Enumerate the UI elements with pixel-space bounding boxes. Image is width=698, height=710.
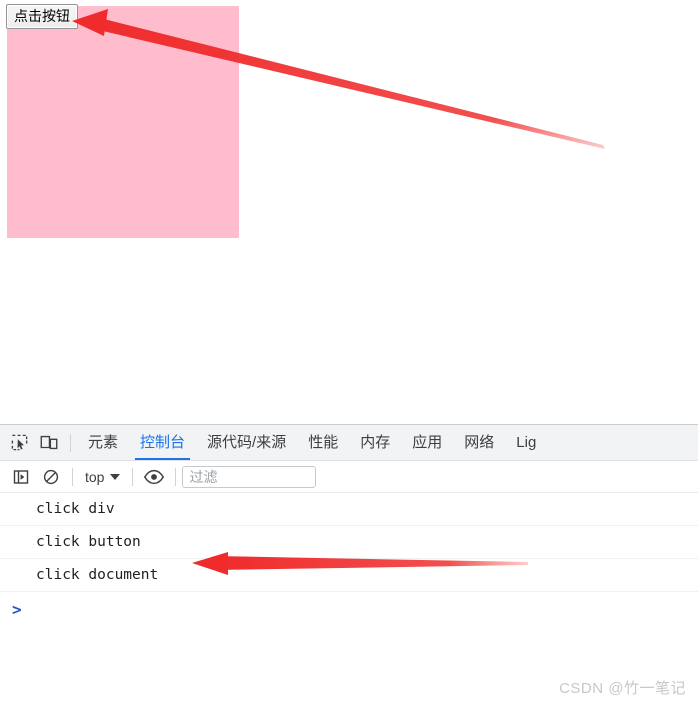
tab-lighthouse[interactable]: Lig <box>505 425 547 460</box>
watermark: CSDN @竹一笔记 <box>559 680 686 697</box>
console-input-field[interactable] <box>30 599 698 619</box>
console-message-row[interactable]: click button <box>0 526 698 559</box>
toolbar-divider <box>70 433 71 452</box>
console-message-text: click button <box>36 534 141 550</box>
tab-performance[interactable]: 性能 <box>297 425 349 460</box>
devtools-tab-bar: 元素 控制台 源代码/来源 性能 内存 应用 网络 Lig <box>0 425 698 461</box>
chevron-down-icon <box>110 473 121 480</box>
inspect-element-icon[interactable] <box>4 429 34 457</box>
tab-sources[interactable]: 源代码/来源 <box>196 425 297 460</box>
show-console-sidebar-icon[interactable] <box>6 463 36 491</box>
tab-memory[interactable]: 内存 <box>349 425 401 460</box>
tab-console[interactable]: 控制台 <box>129 425 196 460</box>
console-prompt[interactable]: > <box>0 592 698 626</box>
console-toolbar-divider-2 <box>132 467 134 486</box>
console-message-text: click document <box>36 567 159 583</box>
console-message-row[interactable]: click div <box>0 493 698 526</box>
execution-context-value: top <box>85 468 105 485</box>
execution-context-select[interactable]: top <box>79 467 126 487</box>
console-toolbar: top <box>0 461 698 493</box>
pink-container-div[interactable] <box>7 6 239 238</box>
devtools-panel: 元素 控制台 源代码/来源 性能 内存 应用 网络 Lig top 过滤 cli… <box>0 424 698 710</box>
tab-elements[interactable]: 元素 <box>77 425 129 460</box>
console-message-text: click div <box>36 501 115 517</box>
click-button[interactable]: 点击按钮 <box>6 4 78 29</box>
tab-application[interactable]: 应用 <box>401 425 453 460</box>
tab-network[interactable]: 网络 <box>453 425 505 460</box>
console-filter-input[interactable] <box>182 465 317 488</box>
live-expression-eye-icon[interactable] <box>139 463 169 491</box>
console-toolbar-divider-3 <box>175 467 177 486</box>
console-toolbar-divider-1 <box>72 467 73 486</box>
prompt-caret-icon: > <box>12 599 22 619</box>
rendered-page-area: 点击按钮 <box>0 0 698 424</box>
device-toolbar-icon[interactable] <box>34 429 64 457</box>
clear-console-icon[interactable] <box>36 463 66 491</box>
console-message-row[interactable]: click document <box>0 559 698 592</box>
